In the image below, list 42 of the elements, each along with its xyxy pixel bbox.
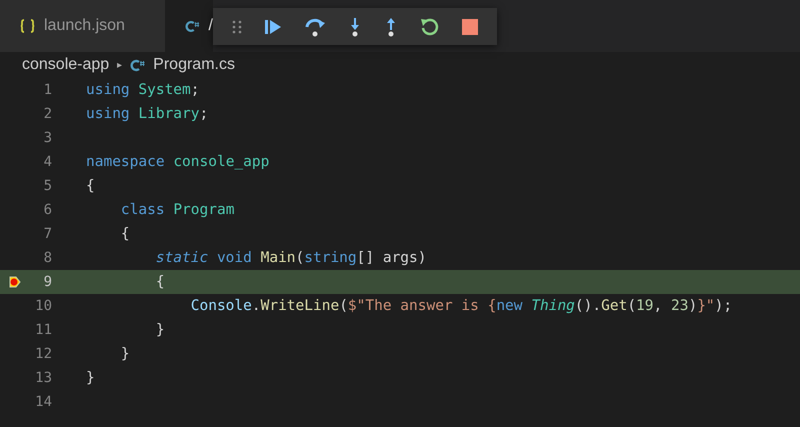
code-line: Console.WriteLine($"The answer is {new Thing().Get(19, 23)}"); (190, 298, 732, 314)
line-number: 2 (42, 106, 52, 122)
code-line: using System; (86, 82, 200, 98)
braces-icon (20, 19, 35, 33)
line-number: 3 (42, 130, 52, 146)
code-line: } (86, 370, 95, 386)
line-number: 10 (34, 298, 52, 314)
line-number: 14 (34, 394, 52, 410)
breadcrumb-file[interactable]: Program.cs (153, 56, 235, 74)
code-line: } (154, 322, 165, 338)
code-line: using Library; (86, 106, 208, 122)
line-number: 7 (42, 226, 52, 242)
line-number: 6 (42, 202, 52, 218)
step-over-icon[interactable] (304, 16, 326, 36)
editor-tab[interactable]: launch.json (0, 0, 165, 52)
line-number: 11 (34, 322, 52, 338)
code-line: { (154, 274, 165, 290)
code-line: namespace console_app (86, 154, 270, 170)
breadcrumb-separator: ▸ (117, 59, 122, 71)
line-number: 13 (34, 370, 52, 386)
code-line: class Program (120, 202, 234, 218)
breadcrumb-folder[interactable]: console-app (22, 56, 110, 74)
step-into-icon[interactable] (348, 16, 362, 36)
line-number: 4 (42, 154, 52, 170)
line-number: 1 (42, 82, 52, 98)
line-number: 8 (42, 250, 52, 266)
csharp-file-icon (130, 58, 146, 72)
line-number: 9 (42, 274, 52, 290)
code-line: { (86, 178, 95, 194)
restart-icon[interactable] (420, 16, 440, 36)
drag-handle-icon[interactable] (232, 18, 242, 34)
editor-tab[interactable]: / (165, 0, 213, 52)
line-number: 5 (42, 178, 52, 194)
code-line: } (120, 346, 130, 362)
line-number: 12 (34, 346, 52, 362)
stop-icon[interactable] (462, 18, 478, 34)
breakpoint-icon[interactable] (9, 276, 21, 288)
step-out-icon[interactable] (384, 16, 398, 36)
csharp-file-icon (185, 20, 200, 32)
code-line: static void Main(string[] args) (154, 250, 426, 266)
code-line: { (120, 226, 130, 242)
continue-icon[interactable] (264, 18, 282, 34)
